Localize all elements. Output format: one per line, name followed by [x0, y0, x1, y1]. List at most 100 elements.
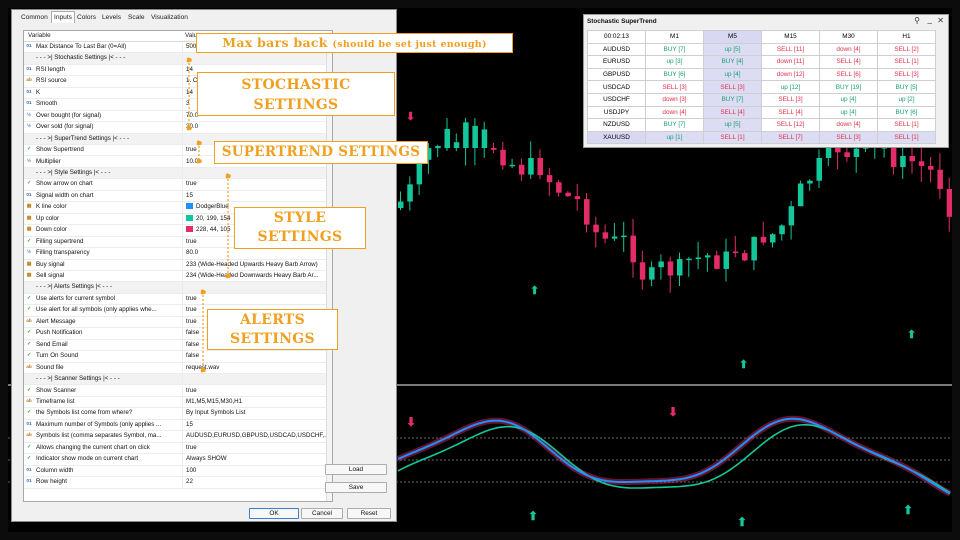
input-row[interactable]: ✓ Turn On Sound false — [24, 351, 332, 363]
input-value[interactable]: 100 — [182, 465, 332, 477]
scanner-symbol[interactable]: USDJPY — [587, 105, 646, 120]
input-value[interactable]: By Input Symbols List — [182, 408, 332, 420]
scanner-cell[interactable]: SELL [3] — [645, 80, 704, 94]
input-row[interactable]: ▦ Sell signal 234 (Wide-Headed Downwards H… — [24, 271, 332, 283]
input-value[interactable]: AUDUSD,EURUSD,GBPUSD,USDCAD,USDCHF,... — [182, 431, 332, 443]
input-value[interactable]: false — [182, 351, 332, 363]
scanner-timeframe-header[interactable]: M30 — [819, 30, 878, 44]
input-row[interactable]: 01 Signal width on chart 15 — [24, 190, 332, 203]
input-value[interactable]: true — [182, 179, 332, 191]
scanner-panel[interactable]: Stochastic SuperTrend ⚲ _ ✕ 00:02:13 M1 M5… — [583, 14, 949, 148]
close-icon[interactable]: ✕ — [937, 16, 944, 25]
scanner-cell[interactable]: SELL [12] — [761, 118, 820, 132]
input-value[interactable]: 15 — [182, 419, 332, 431]
reset-button[interactable]: Reset — [347, 508, 391, 519]
scanner-cell[interactable]: SELL [1] — [877, 55, 936, 69]
tab-common[interactable]: Common — [21, 12, 48, 24]
minimize-icon[interactable]: _ — [928, 15, 932, 24]
scanner-symbol[interactable]: NZDUSD — [587, 118, 646, 132]
input-row[interactable]: ✓ Show Scanner true — [24, 385, 332, 397]
input-row[interactable]: 01 Column width 100 — [24, 465, 332, 478]
scanner-symbol[interactable]: USDCHF — [587, 92, 646, 107]
input-row[interactable]: - - - >| Style Settings |< - - - — [24, 167, 332, 180]
input-value[interactable]: 80.0 — [182, 248, 332, 260]
scanner-cell[interactable]: down [12] — [761, 67, 820, 82]
scanner-timeframe-header[interactable]: M15 — [761, 30, 820, 44]
input-row[interactable]: ✓ Allows changing the current chart on cl… — [24, 442, 332, 455]
input-value[interactable]: true — [182, 442, 332, 454]
scanner-cell[interactable]: down [11] — [761, 55, 820, 69]
scanner-cell[interactable]: up [3] — [645, 55, 704, 69]
scanner-cell[interactable]: up [4] — [819, 92, 878, 107]
scanner-timeframe-header[interactable]: M1 — [645, 30, 704, 44]
scanner-timeframe-header[interactable]: M5 — [703, 30, 762, 44]
scanner-cell[interactable]: BUY [6] — [877, 105, 936, 120]
input-row[interactable]: ½ Over sold (for signal) 30.0 — [24, 122, 332, 134]
scanner-cell[interactable]: SELL [1] — [703, 130, 762, 145]
scanner-cell[interactable]: SELL [11] — [761, 42, 820, 57]
input-row[interactable]: ½ Filling transparency 80.0 — [24, 248, 332, 260]
input-row[interactable]: ab Sound file request.wav — [24, 362, 332, 375]
scanner-cell[interactable]: SELL [4] — [703, 105, 762, 120]
scanner-cell[interactable]: SELL [3] — [877, 67, 936, 82]
input-row[interactable]: - - - >| Stochastic Settings |< - - - — [24, 53, 332, 65]
scanner-timeframe-header[interactable]: H1 — [877, 30, 936, 44]
scanner-symbol[interactable]: USDCAD — [587, 80, 646, 94]
cancel-button[interactable]: Cancel — [301, 508, 343, 519]
scanner-cell[interactable]: SELL [3] — [819, 130, 878, 145]
scanner-symbol[interactable]: AUDUSD — [587, 42, 646, 57]
tab-inputs[interactable]: Inputs — [51, 11, 75, 23]
input-row[interactable]: ab Symbols list (comma separates Symbol, … — [24, 431, 332, 443]
input-value[interactable]: 30.0 — [182, 122, 332, 134]
input-row[interactable]: - - - >| Alerts Settings |< - - - — [24, 282, 332, 294]
scanner-cell[interactable]: down [4] — [645, 105, 704, 120]
input-row[interactable]: ✓ Show arrow on chart true — [24, 179, 332, 191]
scanner-cell[interactable]: BUY [7] — [645, 118, 704, 132]
scanner-symbol[interactable]: GBPUSD — [587, 67, 646, 82]
scanner-cell[interactable]: up [5] — [703, 118, 762, 132]
input-row[interactable]: 01 Row height 22 — [24, 477, 332, 489]
tab-visualization[interactable]: Visualization — [151, 12, 188, 24]
save-button[interactable]: Save — [325, 482, 387, 493]
scanner-cell[interactable]: SELL [1] — [877, 118, 936, 132]
input-row[interactable]: 01 Maximum number of Symbols (only applie… — [24, 419, 332, 432]
ok-button[interactable]: OK — [249, 508, 299, 519]
scanner-cell[interactable]: SELL [3] — [703, 80, 762, 94]
scanner-cell[interactable]: SELL [7] — [761, 130, 820, 145]
scanner-cell[interactable]: down [3] — [645, 92, 704, 107]
input-row[interactable]: - - - >| Scanner Settings |< - - - — [24, 374, 332, 386]
scanner-cell[interactable]: up [4] — [819, 105, 878, 120]
scanner-cell[interactable]: up [4] — [703, 67, 762, 82]
input-row[interactable]: ✓ Indicator show mode on current chart Alw… — [24, 454, 332, 466]
scanner-cell[interactable]: up [2] — [877, 92, 936, 107]
input-row[interactable]: ▦ Buy signal 233 (Wide-Headed Upwards Heav… — [24, 259, 332, 271]
load-button[interactable]: Load — [325, 464, 387, 475]
input-value[interactable]: 22 — [182, 477, 332, 489]
scanner-cell[interactable]: SELL [3] — [761, 92, 820, 107]
input-value[interactable]: 233 (Wide-Headed Upwards Heavy Barb Arro… — [182, 259, 332, 271]
tab-colors[interactable]: Colors — [77, 12, 96, 24]
scanner-symbol[interactable]: XAUUSD — [587, 130, 646, 145]
scanner-cell[interactable]: BUY [4] — [703, 55, 762, 69]
input-row[interactable]: ✓ Use alerts for current symbol true — [24, 293, 332, 306]
scanner-cell[interactable]: BUY [19] — [819, 80, 878, 94]
scanner-cell[interactable]: up [1] — [645, 130, 704, 145]
input-value[interactable]: true — [182, 385, 332, 397]
scanner-cell[interactable]: BUY [7] — [645, 42, 704, 57]
scanner-cell[interactable]: SELL [6] — [819, 67, 878, 82]
input-value[interactable]: request.wav — [182, 362, 332, 374]
input-value[interactable]: M1,M5,M15,M30,H1 — [182, 396, 332, 408]
scanner-cell[interactable]: down [4] — [819, 118, 878, 132]
input-row[interactable]: ✓ the Symbols list come from where? By Inp… — [24, 408, 332, 420]
input-value[interactable]: Always SHOW — [182, 454, 332, 466]
tab-scale[interactable]: Scale — [128, 12, 145, 24]
scanner-cell[interactable]: up [12] — [761, 80, 820, 94]
scanner-cell[interactable]: down [4] — [819, 42, 878, 57]
input-row[interactable]: ab Timeframe list M1,M5,M15,M30,H1 — [24, 396, 332, 409]
scanner-cell[interactable]: BUY [5] — [877, 80, 936, 94]
input-value[interactable]: true — [182, 293, 332, 305]
input-value[interactable]: 15 — [182, 190, 332, 202]
scanner-cell[interactable]: BUY [7] — [703, 92, 762, 107]
scanner-cell[interactable]: BUY [6] — [645, 67, 704, 82]
tab-levels[interactable]: Levels — [102, 12, 121, 24]
